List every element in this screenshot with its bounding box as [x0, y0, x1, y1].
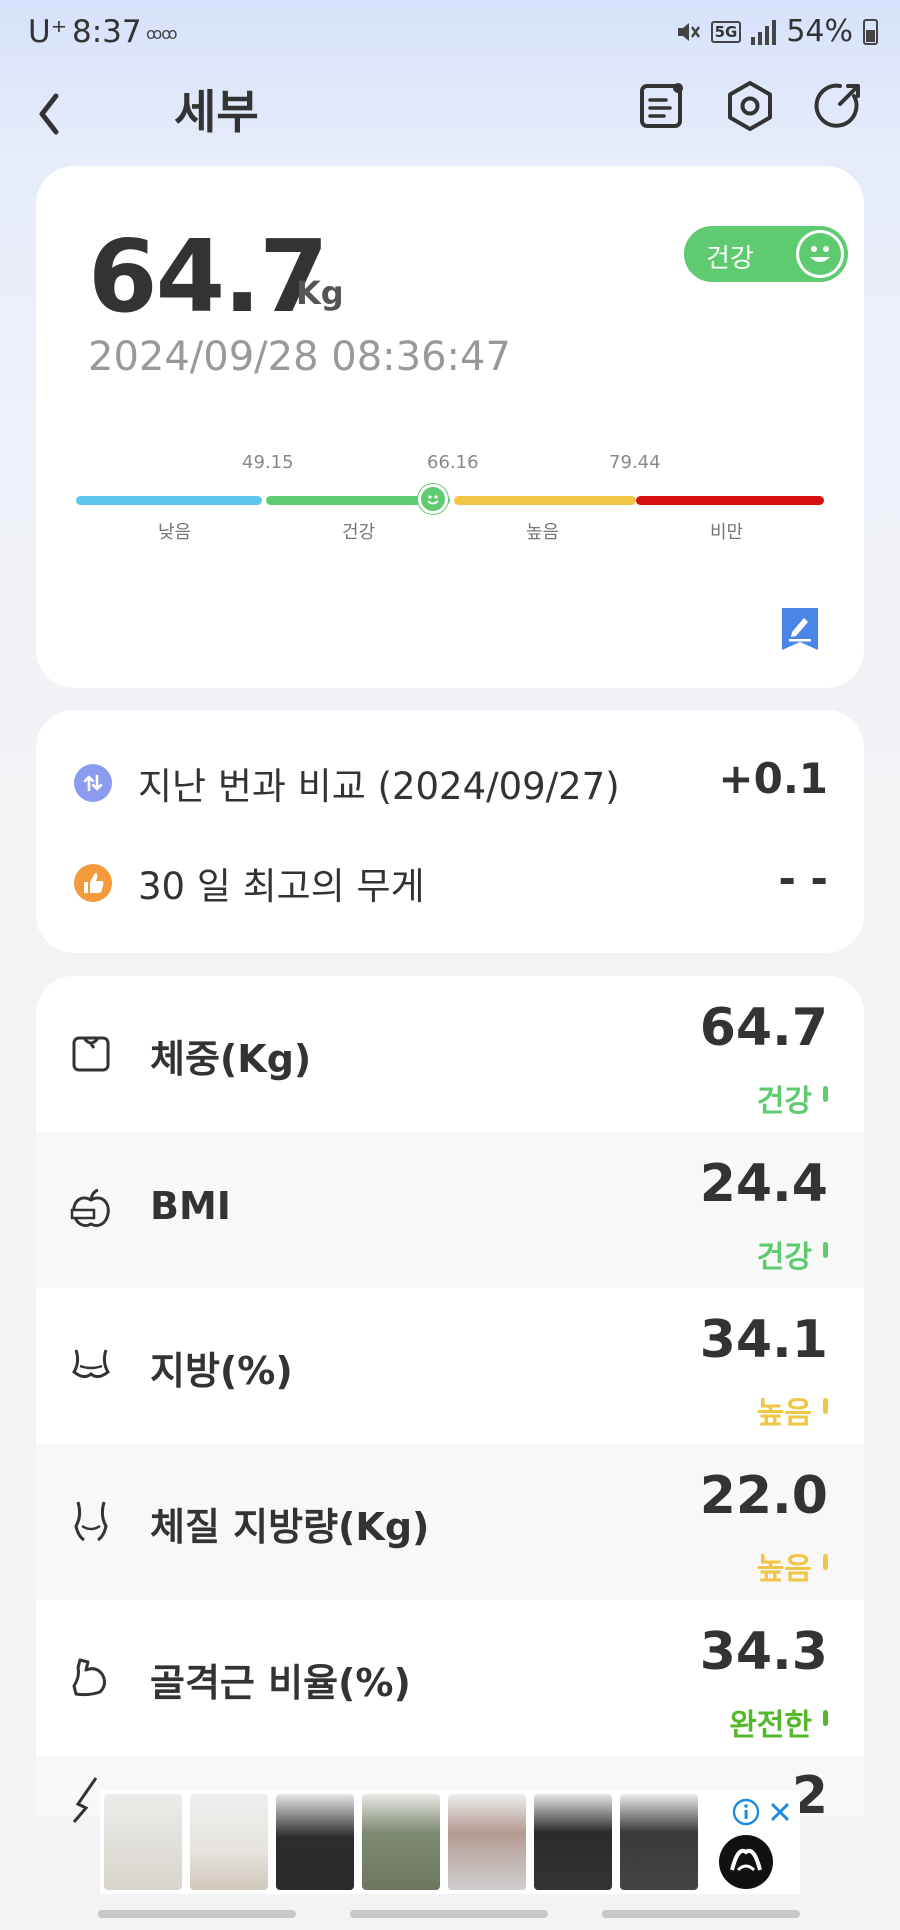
metric-name: 지방(%) — [150, 1349, 293, 1393]
nav-back[interactable] — [602, 1910, 800, 1918]
status-badge: 건강 — [684, 226, 848, 282]
ad-info-icon[interactable] — [732, 1798, 760, 1826]
scale-icon — [72, 1036, 110, 1072]
metric-status-indicator — [823, 1242, 828, 1258]
zone-label: 낮음 — [158, 522, 192, 543]
compare-last-row: 지난 번과 비교 (2024/09/27) — [74, 756, 620, 810]
settings-icon[interactable] — [722, 78, 778, 134]
status-bar: U⁺ 8:37 ꝏꝏ 5G 54% — [0, 0, 900, 66]
threshold-label: 49.15 — [242, 452, 294, 473]
share-icon[interactable] — [810, 78, 866, 134]
metric-value: 64.7 — [699, 998, 828, 1058]
range-bar-high — [454, 496, 636, 505]
metric-status: 건강 — [756, 1084, 812, 1119]
metric-row-skeletal-muscle[interactable]: 골격근 비율(%) 34.3 완전한 — [36, 1600, 864, 1756]
ad-banner[interactable] — [100, 1790, 800, 1894]
nav-recents[interactable] — [98, 1910, 296, 1918]
compare-max-row: 30 일 최고의 무게 — [74, 856, 425, 910]
ad-product-image[interactable] — [534, 1794, 612, 1890]
metric-name: 체중(Kg) — [150, 1037, 312, 1081]
ad-product-image[interactable] — [190, 1794, 268, 1890]
metric-row-weight[interactable]: 체중(Kg) 64.7 건강 — [36, 976, 864, 1132]
notification-icons: ꝏꝏ — [146, 24, 178, 43]
range-bar-obese — [636, 496, 824, 505]
range-bar-low — [76, 496, 262, 505]
metric-value: 22.0 — [699, 1466, 828, 1526]
metric-status: 높음 — [756, 1552, 812, 1587]
metric-value: 34.3 — [699, 1622, 828, 1682]
weight-value: 64.7 — [88, 218, 329, 335]
mute-icon — [677, 22, 700, 41]
metric-name: BMI — [150, 1184, 231, 1228]
battery-percent: 54% — [786, 14, 853, 49]
weight-unit: Kg — [296, 274, 344, 312]
app-bar: 세부 — [0, 66, 900, 176]
back-icon[interactable] — [30, 84, 70, 144]
comparison-card: 지난 번과 비교 (2024/09/27) +0.1 30 일 최고의 무게 -… — [36, 710, 864, 953]
clock: 8:37 — [72, 14, 142, 50]
metrics-list: 체중(Kg) 64.7 건강 BMI 24.4 건강 지방(%) 34.1 높음… — [0, 976, 900, 1826]
ad-product-image[interactable] — [276, 1794, 354, 1890]
metric-row-fat[interactable]: 지방(%) 34.1 높음 — [36, 1288, 864, 1444]
metric-status: 건강 — [756, 1240, 812, 1275]
metric-status: 높음 — [756, 1396, 812, 1431]
network-icon: 5G — [710, 20, 742, 43]
current-position-marker — [418, 484, 448, 514]
apple-tape-icon — [70, 1188, 110, 1228]
ad-product-image[interactable] — [620, 1794, 698, 1890]
body-fat-icon — [72, 1349, 110, 1379]
threshold-label: 66.16 — [427, 452, 479, 473]
compare-max-label: 30 일 최고의 무게 — [138, 865, 425, 908]
metric-status: 완전한 — [729, 1708, 812, 1743]
signal-icon — [751, 19, 777, 45]
edit-note-icon[interactable] — [782, 608, 818, 650]
metric-status-indicator — [823, 1554, 828, 1570]
ad-close-icon[interactable] — [768, 1800, 792, 1824]
smile-icon — [796, 230, 844, 278]
metric-name: 골격근 비율(%) — [150, 1661, 411, 1705]
status-badge-label: 건강 — [706, 244, 754, 274]
metric-name: 체질 지방량(Kg) — [150, 1505, 430, 1549]
thumbs-up-icon — [74, 864, 112, 902]
metric-value: 34.1 — [699, 1310, 828, 1370]
page-title: 세부 — [174, 85, 259, 139]
metric-value: 24.4 — [699, 1154, 828, 1214]
brand-logo-icon[interactable] — [716, 1834, 776, 1890]
metric-row-body-fat-mass[interactable]: 체질 지방량(Kg) 22.0 높음 — [36, 1444, 864, 1600]
ad-product-image[interactable] — [362, 1794, 440, 1890]
status-right: 5G 54% — [675, 14, 878, 49]
zone-label: 높음 — [526, 522, 560, 543]
ad-product-image[interactable] — [104, 1794, 182, 1890]
metric-status-indicator — [823, 1086, 828, 1102]
zone-label: 건강 — [342, 522, 376, 543]
metric-status-indicator — [823, 1398, 828, 1414]
metric-status-indicator — [823, 1710, 828, 1726]
metric-row-bmi[interactable]: BMI 24.4 건강 — [36, 1132, 864, 1288]
compare-last-label: 지난 번과 비교 (2024/09/27) — [138, 765, 620, 808]
report-icon[interactable] — [634, 78, 690, 134]
muscle-icon — [72, 1658, 107, 1697]
measure-datetime: 2024/09/28 08:36:47 — [88, 334, 511, 380]
compare-arrows-icon — [74, 764, 112, 802]
nav-home[interactable] — [350, 1910, 548, 1918]
weight-summary-card: 64.7 Kg 2024/09/28 08:36:47 건강 49.15 66.… — [36, 166, 864, 688]
threshold-label: 79.44 — [609, 452, 661, 473]
battery-icon — [863, 18, 878, 45]
compare-last-value: +0.1 — [718, 754, 828, 803]
carrier-label: U⁺ — [28, 14, 68, 50]
ad-product-image[interactable] — [448, 1794, 526, 1890]
compare-max-value: - - — [778, 854, 829, 903]
zone-label: 비만 — [710, 522, 744, 543]
torso-icon — [74, 1501, 108, 1542]
